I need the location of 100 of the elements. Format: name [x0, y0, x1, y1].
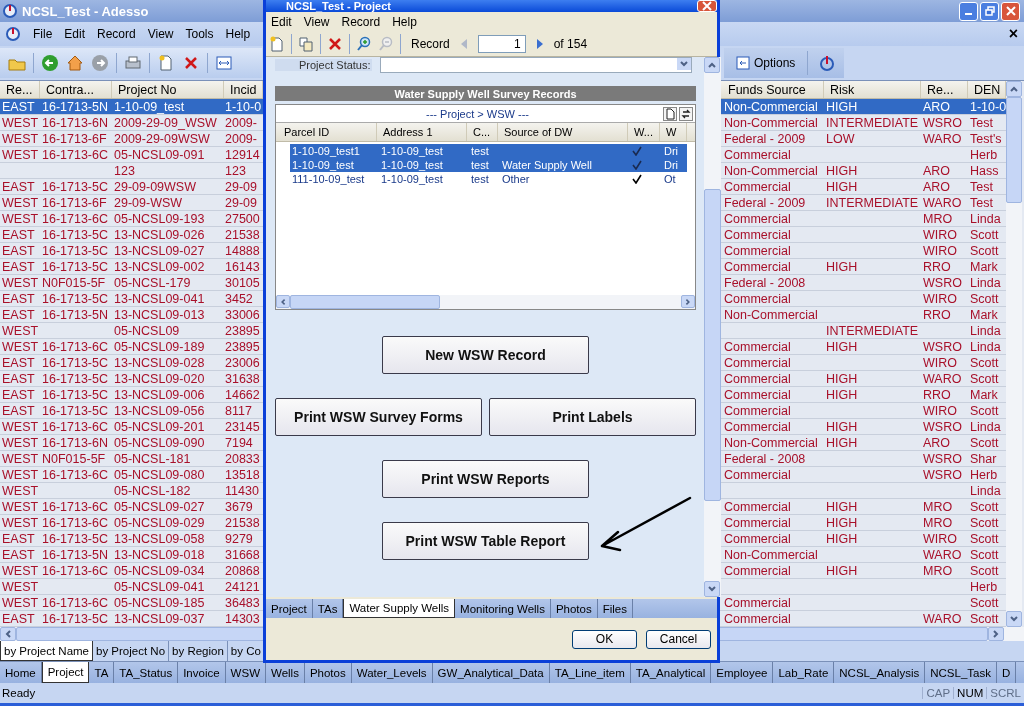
table-cell: WSRO: [923, 451, 962, 466]
table-cell: WEST: [2, 435, 39, 450]
table-cell: HIGH: [826, 179, 858, 194]
table-cell: Scott: [970, 243, 999, 258]
table-cell: Commercial: [724, 611, 791, 626]
table-cell: ARO: [923, 435, 951, 450]
table-cell: Commercial: [724, 531, 791, 546]
table-cell: Scott: [970, 611, 999, 626]
table-cell: WEST: [2, 275, 39, 290]
table-cell: WIRO: [923, 403, 958, 418]
table-cell: WIRO: [923, 227, 958, 242]
table-cell: 05-NCSL09: [114, 323, 180, 338]
table-cell: Scott: [970, 499, 999, 514]
window-title: NCSL_Test - Adesso: [22, 3, 149, 19]
table-cell: WEST: [2, 419, 39, 434]
table-cell: 13-NCSL09-028: [114, 355, 205, 370]
table-cell: 16-1713-6C: [42, 339, 108, 354]
table-cell: 24121: [225, 579, 260, 594]
table-cell: 16-1713-5C: [42, 387, 108, 402]
table-cell: 14303: [225, 611, 260, 626]
table-cell: EAST: [2, 291, 35, 306]
table-cell: Non-Commercial: [724, 547, 818, 562]
table-cell: 14888: [225, 243, 260, 258]
table-cell: EAST: [2, 227, 35, 242]
table-cell: EAST: [2, 243, 35, 258]
table-cell: Scott: [970, 515, 999, 530]
table-cell: Herb: [970, 579, 998, 594]
table-cell: EAST: [2, 355, 35, 370]
table-cell: ARO: [923, 163, 951, 178]
table-cell: EAST: [2, 387, 35, 402]
table-cell: HIGH: [826, 163, 858, 178]
table-cell: Test's: [970, 131, 1002, 146]
table-cell: 05-NCSL09-041: [114, 579, 205, 594]
table-cell: WEST: [2, 483, 39, 498]
table-cell: LOW: [826, 131, 855, 146]
table-cell: 36483: [225, 595, 260, 610]
table-cell: 16-1713-6C: [42, 563, 108, 578]
table-cell: Mark: [970, 387, 998, 402]
table-cell: Other: [502, 173, 530, 185]
table-cell: WEST: [2, 195, 39, 210]
table-cell: WARO: [923, 131, 962, 146]
table-cell: WARO: [923, 611, 962, 626]
table-cell: Test: [970, 115, 993, 130]
table-cell: Herb: [970, 147, 998, 162]
table-cell: MRO: [923, 515, 953, 530]
table-cell: 16-1713-6C: [42, 419, 108, 434]
table-cell: 16-1713-6C: [42, 515, 108, 530]
table-cell: Linda: [970, 275, 1001, 290]
table-cell: Commercial: [724, 355, 791, 370]
table-cell: MRO: [923, 563, 953, 578]
table-cell: 23145: [225, 419, 260, 434]
table-cell: EAST: [2, 547, 35, 562]
table-cell: WARO: [923, 547, 962, 562]
table-cell: Commercial: [724, 243, 791, 258]
table-cell: 33006: [225, 307, 260, 322]
table-cell: 16-1713-6C: [42, 467, 108, 482]
table-cell: 16-1713-5C: [42, 611, 108, 626]
table-cell: Non-Commercial: [724, 115, 818, 130]
table-cell: WSRO: [923, 275, 962, 290]
table-cell: WARO: [923, 195, 962, 210]
table-cell: 31668: [225, 547, 260, 562]
table-cell: Scott: [970, 563, 999, 578]
table-cell: EAST: [2, 611, 35, 626]
table-cell: 05-NCSL09-189: [114, 339, 205, 354]
table-cell: Scott: [970, 531, 999, 546]
table-cell: 05-NCSL-182: [114, 483, 191, 498]
table-cell: EAST: [2, 99, 35, 114]
table-cell: EAST: [2, 531, 35, 546]
table-cell: N0F015-5F: [42, 451, 106, 466]
table-cell: Federal - 2009: [724, 195, 806, 210]
table-cell: 1-10-09_test: [381, 173, 443, 185]
table-cell: WEST: [2, 563, 39, 578]
table-cell: 29-09: [225, 195, 257, 210]
table-cell: 05-NCSL09-034: [114, 563, 205, 578]
table-cell: 13-NCSL09-027: [114, 243, 205, 258]
table-cell: WIRO: [923, 355, 958, 370]
table-cell: Commercial: [724, 371, 791, 386]
table-cell: WEST: [2, 595, 39, 610]
table-cell: EAST: [2, 371, 35, 386]
table-cell: 1-10-09_test: [114, 99, 185, 114]
table-cell: EAST: [2, 403, 35, 418]
table-cell: Federal - 2008: [724, 451, 806, 466]
table-cell: INTERMEDIATE: [826, 115, 919, 130]
table-cell: HIGH: [826, 515, 858, 530]
table-cell: Non-Commercial: [724, 163, 818, 178]
table-cell: Scott: [970, 595, 999, 610]
table-cell: Mark: [970, 307, 998, 322]
table-cell: WEST: [2, 339, 39, 354]
table-cell: Non-Commercial: [724, 307, 818, 322]
table-cell: 31638: [225, 371, 260, 386]
table-cell: INTERMEDIATE: [826, 323, 919, 338]
status-indicator: SCRL: [986, 687, 1024, 699]
table-cell: WSRO: [923, 419, 962, 434]
table-cell: 1-10-09_test: [381, 159, 443, 171]
table-cell: 23895: [225, 339, 260, 354]
table-cell: HIGH: [826, 419, 858, 434]
table-cell: Commercial: [724, 499, 791, 514]
table-cell: 05-NCSL09-027: [114, 499, 205, 514]
table-cell: Commercial: [724, 403, 791, 418]
table-cell: Water Supply Well: [502, 159, 592, 171]
